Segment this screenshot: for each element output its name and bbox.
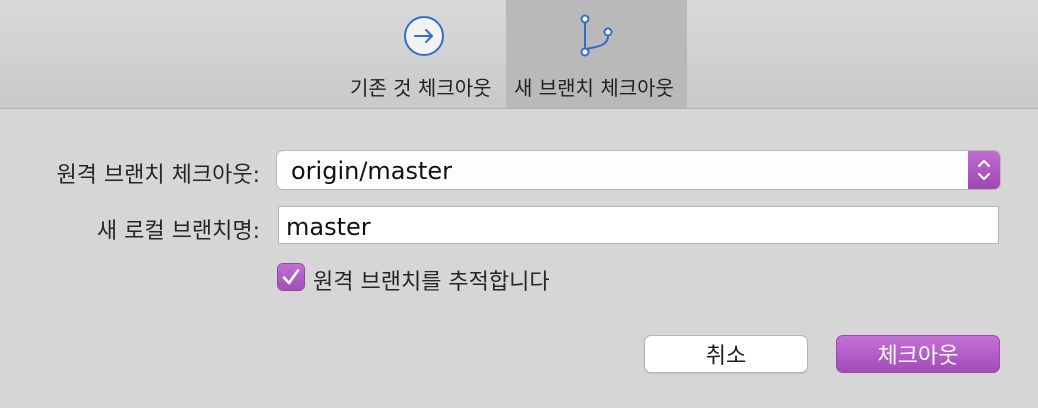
tab-checkout-new-branch[interactable]: 새 브랜치 체크아웃 [506,0,687,108]
chevron-up-down-icon [978,160,990,180]
tab-checkout-new-branch-label: 새 브랜치 체크아웃 [514,76,674,100]
checkout-button[interactable]: 체크아웃 [836,335,1000,373]
local-branch-label: 새 로컬 브랜치명: [96,219,260,244]
toolbar: 기존 것 체크아웃 새 브랜치 체크아웃 [0,0,1038,109]
remote-branch-value: origin/master [291,157,453,185]
arrow-circle-right-icon [404,16,444,56]
local-branch-input[interactable]: master [278,206,999,244]
track-remote-checkbox[interactable] [278,264,304,290]
remote-branch-label: 원격 브랜치 체크아웃: [56,163,260,188]
track-remote-label[interactable]: 원격 브랜치를 추적합니다 [313,264,550,296]
remote-branch-select[interactable]: origin/master [277,151,1000,189]
checkmark-icon [282,269,300,285]
tab-checkout-existing-label: 기존 것 체크아웃 [350,76,492,100]
local-branch-value: master [286,213,371,241]
cancel-button[interactable]: 취소 [644,335,808,373]
form-panel: 원격 브랜치 체크아웃: origin/master 새 로컬 브랜치명: ma… [0,109,1038,408]
select-stepper[interactable] [968,151,1000,189]
tab-checkout-existing[interactable]: 기존 것 체크아웃 [345,0,503,108]
branch-icon [580,14,613,57]
